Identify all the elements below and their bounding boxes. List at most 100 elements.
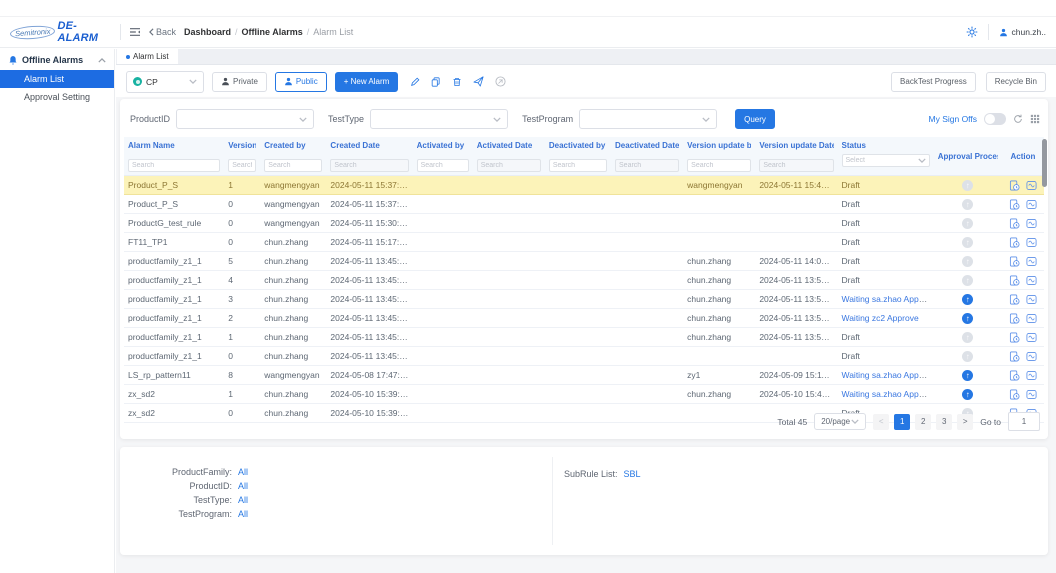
recycle-bin-button[interactable]: Recycle Bin bbox=[986, 72, 1046, 92]
edit-icon[interactable] bbox=[410, 77, 420, 87]
goto-page-input[interactable] bbox=[1008, 412, 1040, 431]
monitor-wave-icon[interactable] bbox=[1026, 256, 1037, 267]
search-input-deactivated-by[interactable] bbox=[549, 159, 607, 172]
monitor-wave-icon[interactable] bbox=[1026, 370, 1037, 381]
monitor-wave-icon[interactable] bbox=[1026, 294, 1037, 305]
table-row[interactable]: productfamily_z1_10chun.zhang2024-05-11 … bbox=[124, 347, 1044, 366]
history-icon[interactable] bbox=[1009, 218, 1020, 229]
history-icon[interactable] bbox=[1009, 389, 1020, 400]
history-icon[interactable] bbox=[1009, 275, 1020, 286]
search-input-version-update-by[interactable] bbox=[687, 159, 751, 172]
user-menu[interactable]: chun.zh.. bbox=[999, 27, 1047, 37]
history-icon[interactable] bbox=[1009, 237, 1020, 248]
search-input-alarm-name[interactable] bbox=[128, 159, 220, 172]
approval-process-icon[interactable]: ↑ bbox=[962, 237, 973, 248]
sidebar-section-offline-alarms[interactable]: Offline Alarms bbox=[0, 49, 114, 70]
send-icon[interactable] bbox=[473, 76, 484, 87]
private-button[interactable]: Private bbox=[212, 72, 267, 92]
table-row[interactable]: ProductG_test_rule0wangmengyan2024-05-11… bbox=[124, 214, 1044, 233]
next-page-button[interactable]: > bbox=[957, 414, 973, 430]
history-icon[interactable] bbox=[1009, 294, 1020, 305]
history-icon[interactable] bbox=[1009, 332, 1020, 343]
history-icon[interactable] bbox=[1009, 313, 1020, 324]
product-id-select[interactable] bbox=[176, 109, 314, 129]
breadcrumb-item-dashboard[interactable]: Dashboard bbox=[184, 27, 231, 37]
approval-process-icon[interactable]: ↑ bbox=[962, 351, 973, 362]
delete-icon[interactable] bbox=[452, 77, 462, 87]
monitor-wave-icon[interactable] bbox=[1026, 199, 1037, 210]
refresh-icon[interactable] bbox=[1013, 114, 1023, 124]
detail-value-link[interactable]: All bbox=[238, 481, 248, 491]
detail-value-link[interactable]: All bbox=[238, 495, 248, 505]
search-input-created-by[interactable] bbox=[264, 159, 322, 172]
approval-process-icon[interactable]: ↑ bbox=[962, 370, 973, 381]
back-button[interactable]: Back bbox=[149, 27, 176, 37]
new-alarm-button[interactable]: + New Alarm bbox=[335, 72, 399, 92]
table-row[interactable]: productfamily_z1_12chun.zhang2024-05-11 … bbox=[124, 309, 1044, 328]
sidebar-item-alarm-list[interactable]: Alarm List bbox=[0, 70, 114, 88]
approval-process-icon[interactable]: ↑ bbox=[962, 313, 973, 324]
approval-process-icon[interactable]: ↑ bbox=[962, 199, 973, 210]
approval-process-icon[interactable]: ↑ bbox=[962, 275, 973, 286]
monitor-wave-icon[interactable] bbox=[1026, 313, 1037, 324]
column-settings-grid-icon[interactable] bbox=[1030, 114, 1040, 124]
table-scrollbar[interactable] bbox=[1042, 139, 1047, 187]
breadcrumb-item-offline-alarms[interactable]: Offline Alarms bbox=[242, 27, 303, 37]
my-sign-offs-label[interactable]: My Sign Offs bbox=[929, 114, 978, 124]
approval-process-icon[interactable]: ↑ bbox=[962, 389, 973, 400]
page-button-2[interactable]: 2 bbox=[915, 414, 931, 430]
status-link[interactable]: Waiting zc2 Approve bbox=[842, 313, 919, 323]
history-icon[interactable] bbox=[1009, 199, 1020, 210]
approval-process-icon[interactable]: ↑ bbox=[962, 332, 973, 343]
search-input-deactivated-date[interactable] bbox=[615, 159, 679, 172]
table-row[interactable]: FT11_TP10chun.zhang2024-05-11 15:17:51Dr… bbox=[124, 233, 1044, 252]
backtest-progress-button[interactable]: BackTest Progress bbox=[891, 72, 976, 92]
status-link[interactable]: Waiting sa.zhao Appro.. bbox=[842, 389, 931, 399]
subrule-value-link[interactable]: SBL bbox=[624, 469, 641, 479]
search-input-version-update-date[interactable] bbox=[759, 159, 833, 172]
sidebar-item-approval-setting[interactable]: Approval Setting bbox=[0, 88, 114, 106]
monitor-wave-icon[interactable] bbox=[1026, 218, 1037, 229]
collapse-menu-icon[interactable] bbox=[129, 27, 141, 37]
table-row[interactable]: Product_P_S1wangmengyan2024-05-11 15:37:… bbox=[124, 176, 1044, 195]
approval-process-icon[interactable]: ↑ bbox=[962, 180, 973, 191]
approval-process-icon[interactable]: ↑ bbox=[962, 218, 973, 229]
detail-value-link[interactable]: All bbox=[238, 467, 248, 477]
status-link[interactable]: Waiting sa.zhao Appro.. bbox=[842, 294, 931, 304]
table-row[interactable]: productfamily_z1_15chun.zhang2024-05-11 … bbox=[124, 252, 1044, 271]
status-filter-select[interactable]: Select bbox=[842, 154, 930, 167]
monitor-wave-icon[interactable] bbox=[1026, 389, 1037, 400]
search-input-activated-date[interactable] bbox=[477, 159, 541, 172]
test-type-select[interactable] bbox=[370, 109, 508, 129]
monitor-wave-icon[interactable] bbox=[1026, 275, 1037, 286]
monitor-wave-icon[interactable] bbox=[1026, 351, 1037, 362]
prev-page-button[interactable]: < bbox=[873, 414, 889, 430]
approval-process-icon[interactable]: ↑ bbox=[962, 256, 973, 267]
page-button-3[interactable]: 3 bbox=[936, 414, 952, 430]
tab-alarm-list[interactable]: Alarm List bbox=[117, 49, 178, 64]
my-sign-offs-toggle[interactable] bbox=[984, 113, 1006, 125]
table-row[interactable]: productfamily_z1_13chun.zhang2024-05-11 … bbox=[124, 290, 1044, 309]
approval-process-icon[interactable]: ↑ bbox=[962, 294, 973, 305]
table-row[interactable]: LS_rp_pattern118wangmengyan2024-05-08 17… bbox=[124, 366, 1044, 385]
history-icon[interactable] bbox=[1009, 180, 1020, 191]
table-row[interactable]: zx_sd21chun.zhang2024-05-10 15:39:36chun… bbox=[124, 385, 1044, 404]
history-icon[interactable] bbox=[1009, 256, 1020, 267]
table-row[interactable]: productfamily_z1_14chun.zhang2024-05-11 … bbox=[124, 271, 1044, 290]
query-button[interactable]: Query bbox=[735, 109, 775, 129]
link-icon[interactable] bbox=[495, 76, 506, 87]
history-icon[interactable] bbox=[1009, 351, 1020, 362]
cp-select[interactable]: CP bbox=[126, 71, 204, 93]
table-row[interactable]: Product_P_S0wangmengyan2024-05-11 15:37:… bbox=[124, 195, 1044, 214]
table-row[interactable]: productfamily_z1_11chun.zhang2024-05-11 … bbox=[124, 328, 1044, 347]
test-program-select[interactable] bbox=[579, 109, 717, 129]
settings-gear-icon[interactable] bbox=[966, 26, 978, 38]
history-icon[interactable] bbox=[1009, 370, 1020, 381]
detail-value-link[interactable]: All bbox=[238, 509, 248, 519]
status-link[interactable]: Waiting sa.zhao Appro.. bbox=[842, 370, 931, 380]
page-button-1[interactable]: 1 bbox=[894, 414, 910, 430]
monitor-wave-icon[interactable] bbox=[1026, 180, 1037, 191]
search-input-created-date[interactable] bbox=[330, 159, 408, 172]
monitor-wave-icon[interactable] bbox=[1026, 237, 1037, 248]
search-input-activated-by[interactable] bbox=[417, 159, 469, 172]
